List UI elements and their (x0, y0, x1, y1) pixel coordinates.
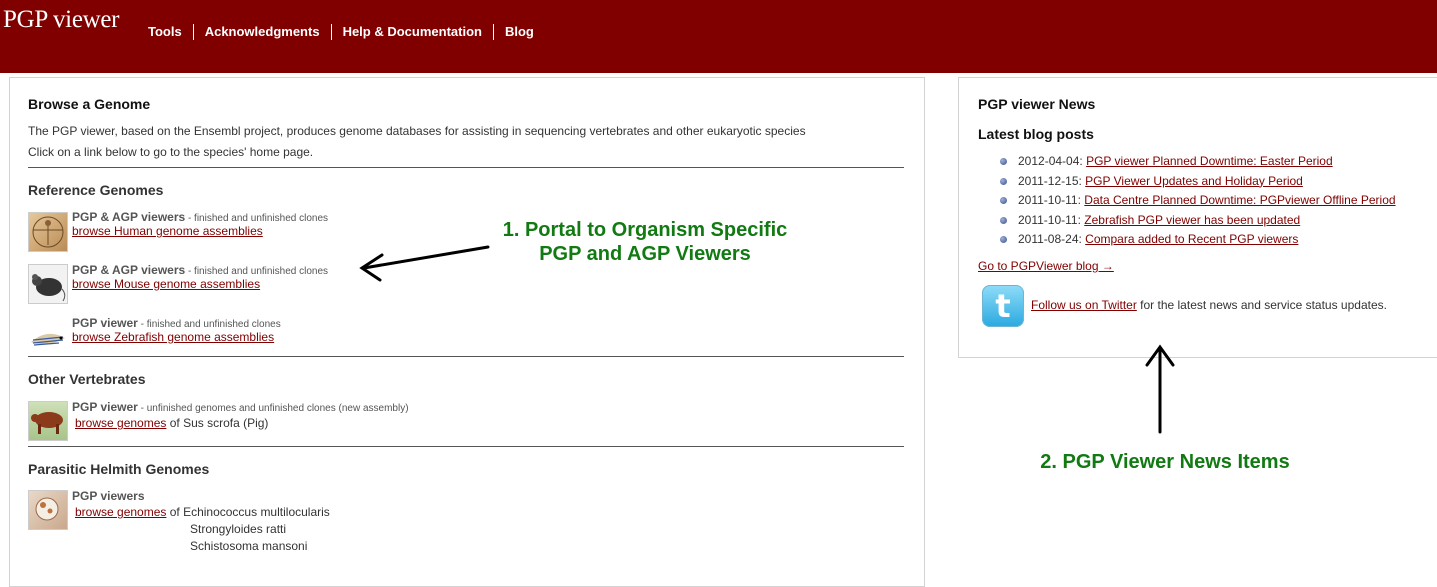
arrow-to-viewers (362, 245, 490, 270)
annotation-arrows (359, 245, 1175, 434)
